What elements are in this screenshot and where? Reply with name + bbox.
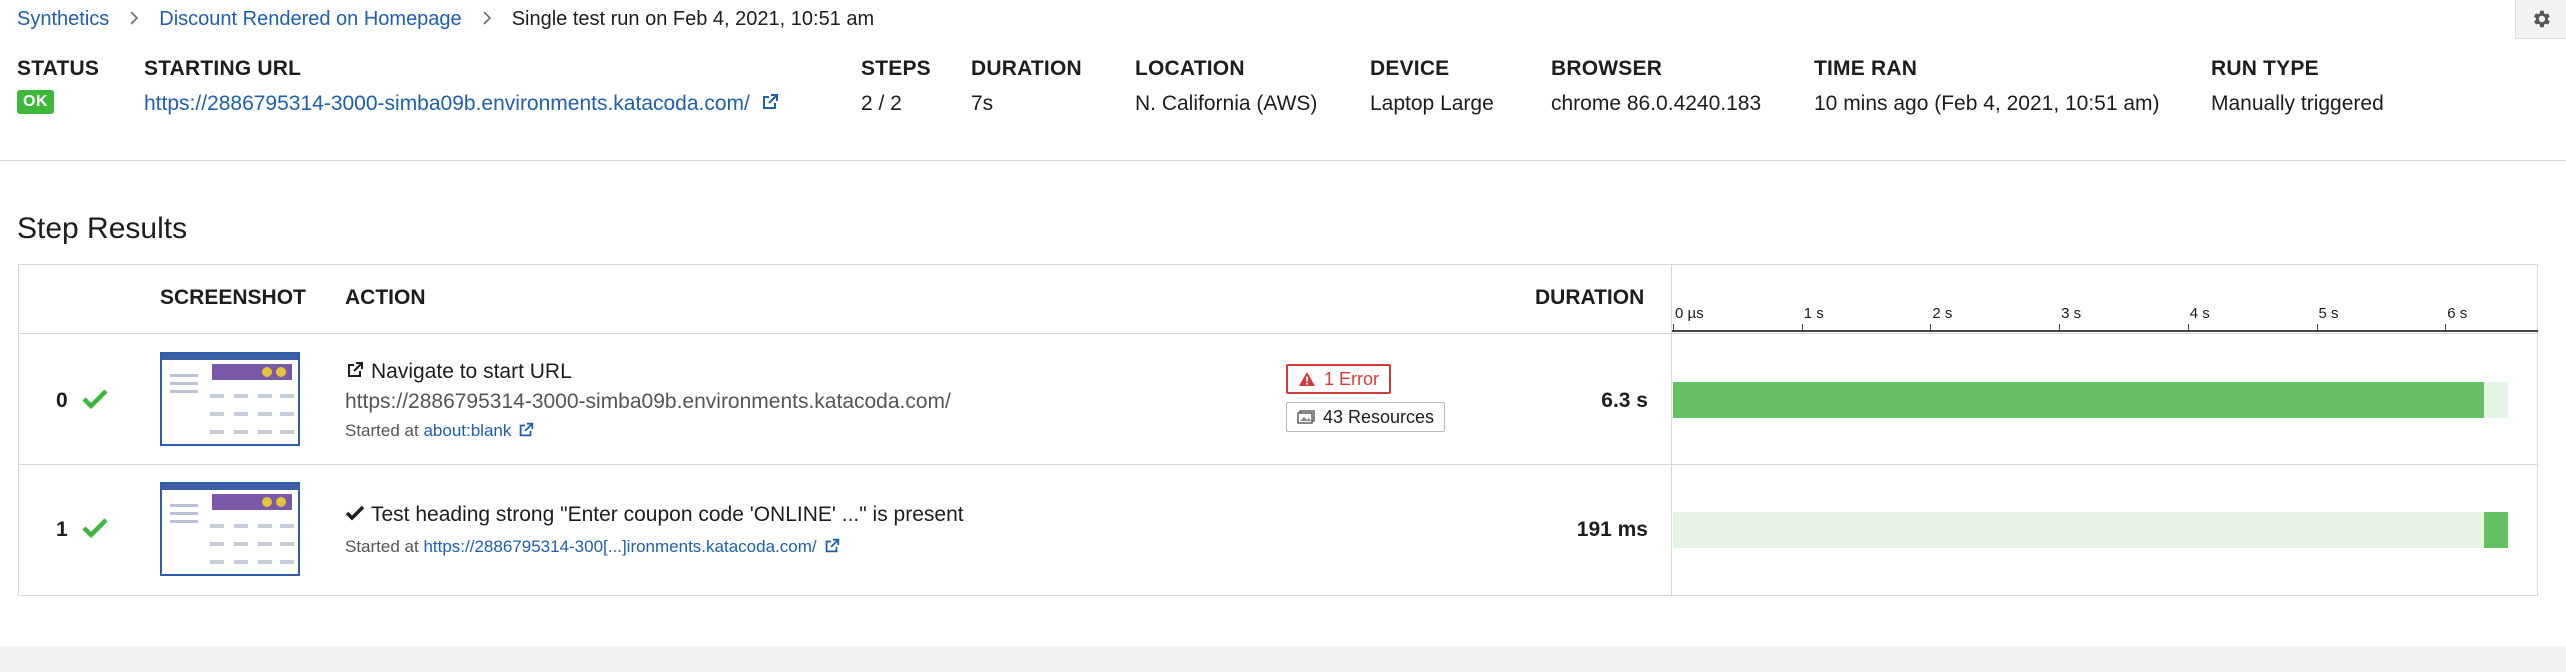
error-badge[interactable]: 1 Error [1286, 364, 1392, 394]
check-icon [82, 389, 108, 410]
location-label: LOCATION [1135, 57, 1245, 80]
gear-icon [2534, 10, 2550, 28]
step-started-at: Started at about:blank [345, 421, 535, 441]
duration-value: 7s [971, 92, 994, 115]
status-badge: OK [17, 90, 54, 114]
timeline-tick [1801, 324, 1803, 332]
step-timeline-bar[interactable] [1673, 382, 2484, 418]
timeline-tick [2059, 324, 2061, 332]
step-index: 1 [56, 518, 68, 541]
starting-url: https://2886795314-3000-simba09b.environ… [144, 92, 780, 118]
external-link-icon[interactable] [760, 92, 780, 118]
timeline-tick [2316, 324, 2318, 332]
breadcrumb-synthetics[interactable]: Synthetics [17, 8, 109, 31]
warning-icon [1299, 372, 1315, 386]
timeline-tick-label: 5 s [2318, 305, 2339, 322]
started-at-link[interactable]: https://2886795314-300[...]ironments.kat… [423, 537, 816, 556]
timeline-tick [2187, 324, 2189, 332]
breadcrumb: Synthetics Discount Rendered on Homepage… [17, 8, 874, 31]
time-ran-value: 10 mins ago (Feb 4, 2021, 10:51 am) [1814, 92, 2160, 115]
column-header-screenshot: SCREENSHOT [160, 286, 306, 309]
started-at-label: Started at [345, 421, 419, 440]
step-screenshot-thumbnail[interactable] [160, 352, 300, 446]
images-icon [1297, 410, 1315, 424]
starting-url-link[interactable]: https://2886795314-3000-simba09b.environ… [144, 92, 750, 115]
time-ran-label: TIME RAN [1814, 57, 1918, 80]
run-type-value: Manually triggered [2211, 92, 2384, 115]
error-badge-label: 1 Error [1324, 368, 1380, 389]
external-link-icon [348, 362, 363, 377]
timeline-tick-label: 2 s [1932, 305, 1953, 322]
started-at-link[interactable]: about:blank [423, 421, 511, 440]
step-duration: 6.3 s [1601, 389, 1648, 412]
step-action-title-text: Test heading strong "Enter coupon code '… [371, 503, 964, 526]
resources-badge[interactable]: 43 Resources [1286, 402, 1446, 432]
timeline-tick-label: 0 µs [1675, 305, 1704, 322]
divider [0, 160, 2566, 161]
status-label: STATUS [17, 57, 100, 80]
browser-label: BROWSER [1551, 57, 1663, 80]
timeline-tick-label: 4 s [2189, 305, 2210, 322]
timeline-divider [1671, 264, 1672, 596]
step-action-url: https://2886795314-3000-simba09b.environ… [345, 390, 951, 413]
breadcrumb-test[interactable]: Discount Rendered on Homepage [159, 8, 461, 31]
page-footer [0, 646, 2566, 672]
steps-label: STEPS [861, 57, 931, 80]
step-screenshot-thumbnail[interactable] [160, 482, 300, 576]
check-icon [82, 518, 108, 539]
check-icon [345, 505, 365, 521]
step-started-at: Started at https://2886795314-300[...]ir… [345, 537, 841, 557]
column-header-action: ACTION [345, 286, 426, 309]
resources-badge-label: 43 Resources [1323, 406, 1435, 427]
timeline-tick [1673, 324, 1674, 332]
breadcrumb-current: Single test run on Feb 4, 2021, 10:51 am [511, 8, 875, 30]
step-index: 0 [56, 389, 68, 412]
starting-url-label: STARTING URL [144, 57, 302, 80]
column-header-duration: DURATION [1535, 286, 1645, 309]
location-value: N. California (AWS) [1135, 92, 1318, 115]
step-action-title: Navigate to start URL [345, 360, 572, 384]
started-at-label: Started at [345, 537, 419, 556]
browser-value: chrome 86.0.4240.183 [1551, 92, 1762, 115]
external-link-icon[interactable] [823, 537, 841, 555]
settings-button[interactable] [2515, 0, 2566, 39]
step-action-title-text: Navigate to start URL [371, 360, 572, 383]
run-type-label: RUN TYPE [2211, 57, 2319, 80]
step-action-title: Test heading strong "Enter coupon code '… [345, 503, 964, 527]
timeline-tick [2445, 324, 2447, 332]
device-value: Laptop Large [1370, 92, 1494, 115]
timeline-tick-label: 1 s [1803, 305, 1824, 322]
device-label: DEVICE [1370, 57, 1450, 80]
step-timeline-bar[interactable] [2483, 512, 2509, 548]
chevron-right-icon [482, 8, 492, 31]
chevron-right-icon [129, 8, 139, 31]
duration-label: DURATION [971, 57, 1082, 80]
steps-value: 2 / 2 [861, 92, 902, 115]
timeline-tick-label: 6 s [2447, 305, 2468, 322]
timeline-tick [1930, 324, 1932, 332]
header-divider [18, 333, 2538, 334]
step-timeline-track [1673, 512, 2509, 548]
step-results-title: Step Results [17, 212, 188, 245]
row-divider [18, 464, 2538, 465]
external-link-icon[interactable] [517, 421, 535, 439]
timeline-tick-label: 3 s [2061, 305, 2082, 322]
step-duration: 191 ms [1576, 518, 1648, 541]
